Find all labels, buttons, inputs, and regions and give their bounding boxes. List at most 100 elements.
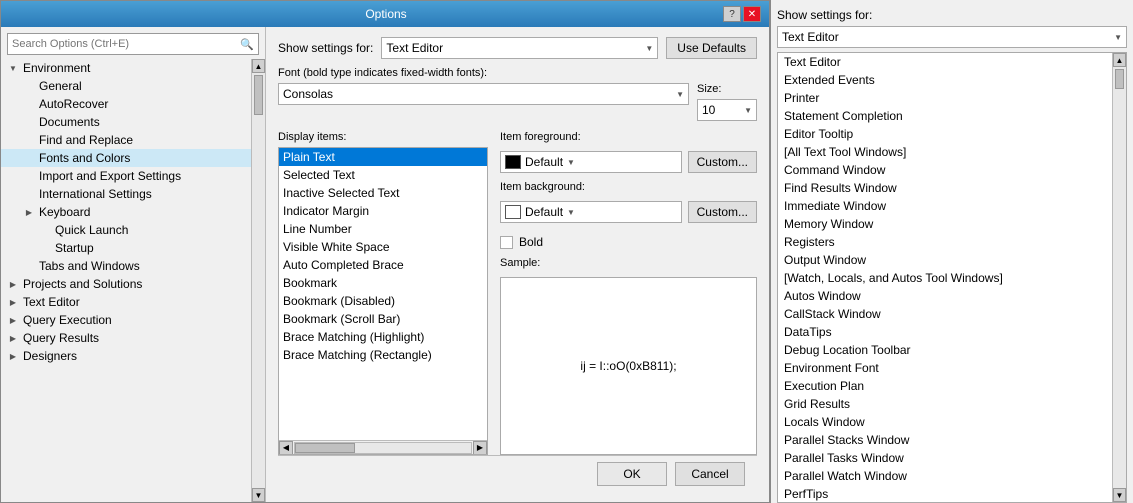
- hscroll-thumb[interactable]: [295, 443, 355, 453]
- bg-custom-button[interactable]: Custom...: [688, 201, 757, 223]
- display-item[interactable]: Bookmark: [279, 274, 487, 292]
- side-scroll-up[interactable]: ▲: [1113, 53, 1126, 67]
- cancel-button[interactable]: Cancel: [675, 462, 745, 486]
- display-item[interactable]: Bookmark (Disabled): [279, 292, 487, 310]
- fg-swatch: [505, 155, 521, 169]
- tree-item[interactable]: Tabs and Windows: [1, 257, 251, 275]
- side-list-item[interactable]: Autos Window: [778, 287, 1112, 305]
- tree-item[interactable]: AutoRecover: [1, 95, 251, 113]
- side-list-item[interactable]: Command Window: [778, 161, 1112, 179]
- side-list-item[interactable]: Editor Tooltip: [778, 125, 1112, 143]
- display-item[interactable]: Plain Text: [279, 148, 487, 166]
- display-item[interactable]: Visible White Space: [279, 238, 487, 256]
- display-item[interactable]: Indicator Margin: [279, 202, 487, 220]
- side-list-item[interactable]: Text Editor: [778, 53, 1112, 71]
- bg-dropdown[interactable]: Default ▼: [500, 201, 682, 223]
- side-list-item[interactable]: Find Results Window: [778, 179, 1112, 197]
- display-item[interactable]: Bookmark (Scroll Bar): [279, 310, 487, 328]
- tree-item[interactable]: Quick Launch: [1, 221, 251, 239]
- tree-item[interactable]: International Settings: [1, 185, 251, 203]
- tree-item[interactable]: Documents: [1, 113, 251, 131]
- side-list-item[interactable]: Printer: [778, 89, 1112, 107]
- side-list-item[interactable]: [Watch, Locals, and Autos Tool Windows]: [778, 269, 1112, 287]
- side-list-item[interactable]: Memory Window: [778, 215, 1112, 233]
- settings-for-value: Text Editor: [386, 41, 443, 55]
- scroll-track[interactable]: [252, 73, 265, 488]
- expand-icon[interactable]: ▶: [5, 280, 21, 289]
- display-item[interactable]: Brace Matching (Rectangle): [279, 346, 487, 364]
- size-dropdown[interactable]: 10 ▼: [697, 99, 757, 121]
- font-dropdown[interactable]: Consolas ▼: [278, 83, 689, 105]
- side-list-item[interactable]: Grid Results: [778, 395, 1112, 413]
- side-list-item[interactable]: [All Text Tool Windows]: [778, 143, 1112, 161]
- expand-icon[interactable]: ▶: [5, 352, 21, 361]
- help-button[interactable]: ?: [723, 6, 741, 22]
- side-scroll-track[interactable]: [1113, 67, 1126, 488]
- scroll-thumb[interactable]: [254, 75, 263, 115]
- settings-for-dropdown[interactable]: Text Editor ▼: [381, 37, 658, 59]
- expand-icon[interactable]: ▶: [5, 316, 21, 325]
- size-value: 10: [702, 103, 715, 117]
- side-panel-dropdown[interactable]: Text Editor ▼: [777, 26, 1127, 48]
- tree-item[interactable]: General: [1, 77, 251, 95]
- display-item[interactable]: Auto Completed Brace: [279, 256, 487, 274]
- collapse-icon[interactable]: ▼: [5, 64, 21, 73]
- expand-icon[interactable]: ▶: [5, 334, 21, 343]
- tree-item[interactable]: ▼Environment: [1, 59, 251, 77]
- side-list-item[interactable]: Debug Location Toolbar: [778, 341, 1112, 359]
- display-items-list-container: Plain TextSelected TextInactive Selected…: [278, 147, 488, 455]
- side-list-area: Text EditorExtended EventsPrinterStateme…: [778, 53, 1112, 502]
- side-scroll-down[interactable]: ▼: [1113, 488, 1126, 502]
- side-list-item[interactable]: DataTips: [778, 323, 1112, 341]
- side-list-item[interactable]: Immediate Window: [778, 197, 1112, 215]
- fg-row: Default ▼ Custom...: [500, 151, 757, 173]
- scroll-up-button[interactable]: ▲: [252, 59, 265, 73]
- hscroll-track[interactable]: [294, 442, 472, 454]
- bold-checkbox[interactable]: [500, 236, 513, 249]
- side-list-item[interactable]: Extended Events: [778, 71, 1112, 89]
- side-list-item[interactable]: Statement Completion: [778, 107, 1112, 125]
- close-button[interactable]: ✕: [743, 6, 761, 22]
- sample-label: Sample:: [500, 257, 757, 269]
- side-list-item[interactable]: Registers: [778, 233, 1112, 251]
- side-list-item[interactable]: Execution Plan: [778, 377, 1112, 395]
- side-list-item[interactable]: Parallel Tasks Window: [778, 449, 1112, 467]
- tree-item[interactable]: Find and Replace: [1, 131, 251, 149]
- tree-item[interactable]: Startup: [1, 239, 251, 257]
- tree-item[interactable]: Import and Export Settings: [1, 167, 251, 185]
- side-list-item[interactable]: Parallel Watch Window: [778, 467, 1112, 485]
- tree-item[interactable]: Fonts and Colors: [1, 149, 251, 167]
- side-list-item[interactable]: CallStack Window: [778, 305, 1112, 323]
- side-panel-dropdown-arrow: ▼: [1114, 33, 1122, 42]
- side-list-item[interactable]: Output Window: [778, 251, 1112, 269]
- hscroll-right[interactable]: ▶: [473, 441, 487, 455]
- tree-item[interactable]: ▶Text Editor: [1, 293, 251, 311]
- tree-scrollbar[interactable]: ▲ ▼: [251, 59, 265, 502]
- side-list-item[interactable]: PerfTips: [778, 485, 1112, 502]
- search-input[interactable]: [8, 36, 236, 52]
- tree-item[interactable]: ▶Query Results: [1, 329, 251, 347]
- search-box[interactable]: 🔍: [7, 33, 259, 55]
- scroll-down-button[interactable]: ▼: [252, 488, 265, 502]
- tree-item[interactable]: ▶Projects and Solutions: [1, 275, 251, 293]
- display-item[interactable]: Line Number: [279, 220, 487, 238]
- fg-custom-button[interactable]: Custom...: [688, 151, 757, 173]
- ok-button[interactable]: OK: [597, 462, 667, 486]
- display-item[interactable]: Inactive Selected Text: [279, 184, 487, 202]
- side-list-item[interactable]: Locals Window: [778, 413, 1112, 431]
- side-scrollbar[interactable]: ▲ ▼: [1112, 53, 1126, 502]
- display-items-hscrollbar[interactable]: ◀ ▶: [279, 440, 487, 454]
- use-defaults-button[interactable]: Use Defaults: [666, 37, 757, 59]
- side-scroll-thumb[interactable]: [1115, 69, 1124, 89]
- display-item[interactable]: Selected Text: [279, 166, 487, 184]
- tree-item[interactable]: ▶Query Execution: [1, 311, 251, 329]
- side-list-item[interactable]: Parallel Stacks Window: [778, 431, 1112, 449]
- display-item[interactable]: Brace Matching (Highlight): [279, 328, 487, 346]
- tree-item[interactable]: ▶Designers: [1, 347, 251, 365]
- side-list-item[interactable]: Environment Font: [778, 359, 1112, 377]
- tree-item[interactable]: ▶Keyboard: [1, 203, 251, 221]
- expand-icon[interactable]: ▶: [5, 298, 21, 307]
- hscroll-left[interactable]: ◀: [279, 441, 293, 455]
- fg-dropdown[interactable]: Default ▼: [500, 151, 682, 173]
- expand-icon[interactable]: ▶: [21, 208, 37, 217]
